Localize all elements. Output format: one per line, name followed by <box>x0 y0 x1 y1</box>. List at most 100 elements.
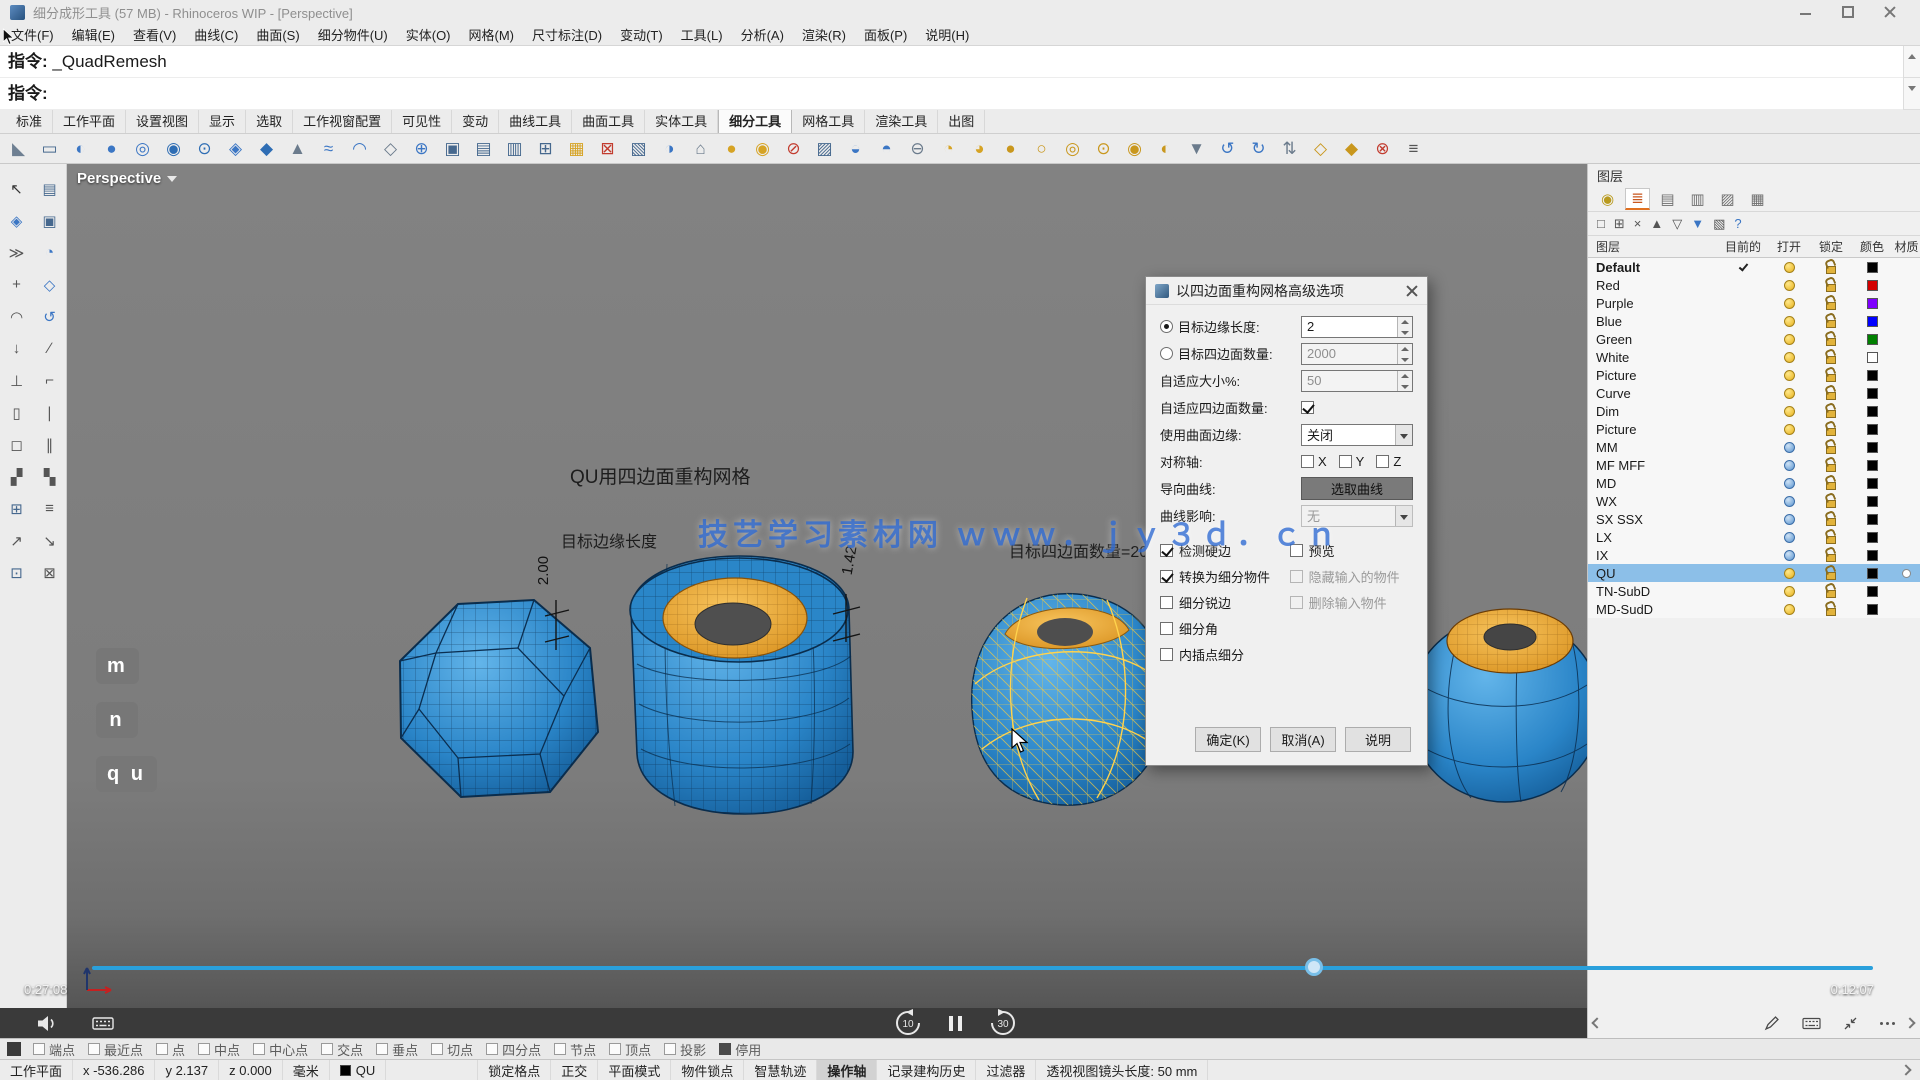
osnap-option[interactable]: 点 <box>156 1040 185 1059</box>
layer-color-cell[interactable] <box>1852 460 1892 471</box>
tool-icon[interactable]: ◣ <box>4 136 33 162</box>
tool-icon[interactable]: ≈ <box>314 136 343 162</box>
keyboard-overlay-icon[interactable] <box>92 1016 114 1031</box>
layer-row[interactable]: MD-SudD <box>1588 600 1920 618</box>
side-tool-icon[interactable]: ∥ <box>33 432 66 457</box>
layer-color-cell[interactable] <box>1852 262 1892 273</box>
tool-icon[interactable]: ⊖ <box>903 136 932 162</box>
tool-icon[interactable]: ● <box>717 136 746 162</box>
osnap-checkbox[interactable] <box>376 1043 388 1055</box>
layer-bulb-cell[interactable] <box>1768 514 1810 525</box>
layer-row[interactable]: QU <box>1588 564 1920 582</box>
layer-bulb-cell[interactable] <box>1768 424 1810 435</box>
osnap-option[interactable]: 节点 <box>554 1040 596 1059</box>
toolbar-tab[interactable]: 可见性 <box>392 108 452 133</box>
subd-corners-checkbox[interactable] <box>1160 622 1173 635</box>
command-prompt-line[interactable]: 指令: <box>0 78 1920 110</box>
tool-icon[interactable]: ⇅ <box>1275 136 1304 162</box>
collapse-icon[interactable] <box>1843 1016 1858 1031</box>
layer-row[interactable]: Red <box>1588 276 1920 294</box>
layer-color-cell[interactable] <box>1852 352 1892 363</box>
layer-color-cell[interactable] <box>1852 316 1892 327</box>
layer-name[interactable]: WX <box>1588 494 1718 509</box>
tool-icon[interactable]: ▭ <box>35 136 64 162</box>
layer-color-cell[interactable] <box>1852 496 1892 507</box>
layer-bulb-cell[interactable] <box>1768 280 1810 291</box>
tool-icon[interactable]: ◆ <box>1337 136 1366 162</box>
osnap-checkbox[interactable] <box>321 1043 333 1055</box>
menu-item[interactable]: 网格(M) <box>460 25 524 44</box>
tool-icon[interactable]: ◇ <box>1306 136 1335 162</box>
layer-color-cell[interactable] <box>1852 604 1892 615</box>
layer-row[interactable]: Curve <box>1588 384 1920 402</box>
tool-icon[interactable]: ● <box>996 136 1025 162</box>
layer-color-cell[interactable] <box>1852 532 1892 543</box>
tool-icon[interactable]: ◆ <box>252 136 281 162</box>
side-tool-icon[interactable]: ▞ <box>0 464 33 489</box>
toolbar-tab[interactable]: 显示 <box>199 108 246 133</box>
layer-row[interactable]: Purple <box>1588 294 1920 312</box>
layer-tool-icon[interactable]: ▼ <box>1691 216 1704 231</box>
forward-30-icon[interactable]: 30 <box>988 1008 1018 1038</box>
timeline-handle[interactable] <box>1305 958 1323 976</box>
layer-bulb-cell[interactable] <box>1768 406 1810 417</box>
viewport-title[interactable]: Perspective <box>77 170 177 187</box>
layer-bulb-cell[interactable] <box>1768 388 1810 399</box>
layer-row[interactable]: MF MFF <box>1588 456 1920 474</box>
layer-name[interactable]: Red <box>1588 278 1718 293</box>
side-tool-icon[interactable]: ↖ <box>0 176 33 201</box>
layer-name[interactable]: Purple <box>1588 296 1718 311</box>
layer-row[interactable]: Default <box>1588 258 1920 276</box>
side-tool-icon[interactable]: ⊞ <box>0 496 33 521</box>
keyboard-icon[interactable] <box>1802 1017 1821 1030</box>
scroll-down-icon[interactable] <box>1904 78 1920 110</box>
status-toggle[interactable]: 操作轴 <box>817 1060 877 1080</box>
layer-name[interactable]: Curve <box>1588 386 1718 401</box>
layer-row[interactable]: Picture <box>1588 420 1920 438</box>
pause-icon[interactable] <box>949 1016 962 1031</box>
side-tool-icon[interactable]: ∕ <box>33 336 66 361</box>
layer-row[interactable]: IX <box>1588 546 1920 564</box>
interpolate-option[interactable]: 内插点细分 <box>1160 645 1290 664</box>
tool-icon[interactable]: ⊕ <box>407 136 436 162</box>
osnap-checkbox[interactable] <box>431 1043 443 1055</box>
side-tool-icon[interactable]: ≫ <box>0 240 33 265</box>
target-edge-input[interactable]: 2 <box>1301 316 1413 338</box>
tool-icon[interactable]: ● <box>97 136 126 162</box>
adaptive-size-input[interactable]: 50 <box>1301 370 1413 392</box>
layer-row[interactable]: Dim <box>1588 402 1920 420</box>
status-toggle[interactable]: 正交 <box>551 1060 598 1080</box>
layer-color-cell[interactable] <box>1852 334 1892 345</box>
close-icon[interactable] <box>1884 6 1896 18</box>
toolbar-tab[interactable]: 工作平面 <box>53 108 126 133</box>
osnap-checkbox[interactable] <box>33 1043 45 1055</box>
menu-item[interactable]: 说明(H) <box>916 25 978 44</box>
layer-color-cell[interactable] <box>1852 568 1892 579</box>
layer-bulb-cell[interactable] <box>1768 334 1810 345</box>
side-tool-icon[interactable]: ↓ <box>0 336 33 361</box>
layer-name[interactable]: IX <box>1588 548 1718 563</box>
panel-tab-icon[interactable]: ≣ <box>1625 188 1650 210</box>
osnap-checkbox[interactable] <box>609 1043 621 1055</box>
side-tool-icon[interactable]: ⊠ <box>33 560 66 585</box>
layer-name[interactable]: QU <box>1588 566 1718 581</box>
layer-lock-cell[interactable] <box>1810 585 1852 598</box>
spinner-icons[interactable] <box>1397 371 1412 391</box>
layer-bulb-cell[interactable] <box>1768 460 1810 471</box>
tool-icon[interactable]: ⊞ <box>531 136 560 162</box>
layer-row[interactable]: Blue <box>1588 312 1920 330</box>
interpolate-checkbox[interactable] <box>1160 648 1173 661</box>
layer-row[interactable]: TN-SubD <box>1588 582 1920 600</box>
help-button[interactable]: 说明 <box>1345 727 1411 752</box>
tool-icon[interactable]: ↺ <box>1213 136 1242 162</box>
tool-icon[interactable]: ▤ <box>469 136 498 162</box>
panel-tab-icon[interactable]: ▨ <box>1715 188 1740 210</box>
layer-lock-cell[interactable] <box>1810 315 1852 328</box>
toolbar-tab[interactable]: 网格工具 <box>792 108 865 133</box>
layer-color-cell[interactable] <box>1852 406 1892 417</box>
layer-name[interactable]: Picture <box>1588 368 1718 383</box>
dropdown-arrow-icon[interactable] <box>1395 425 1412 445</box>
osnap-checkbox[interactable] <box>486 1043 498 1055</box>
osnap-disable-option[interactable]: 停用 <box>719 1040 761 1059</box>
layer-bulb-cell[interactable] <box>1768 352 1810 363</box>
